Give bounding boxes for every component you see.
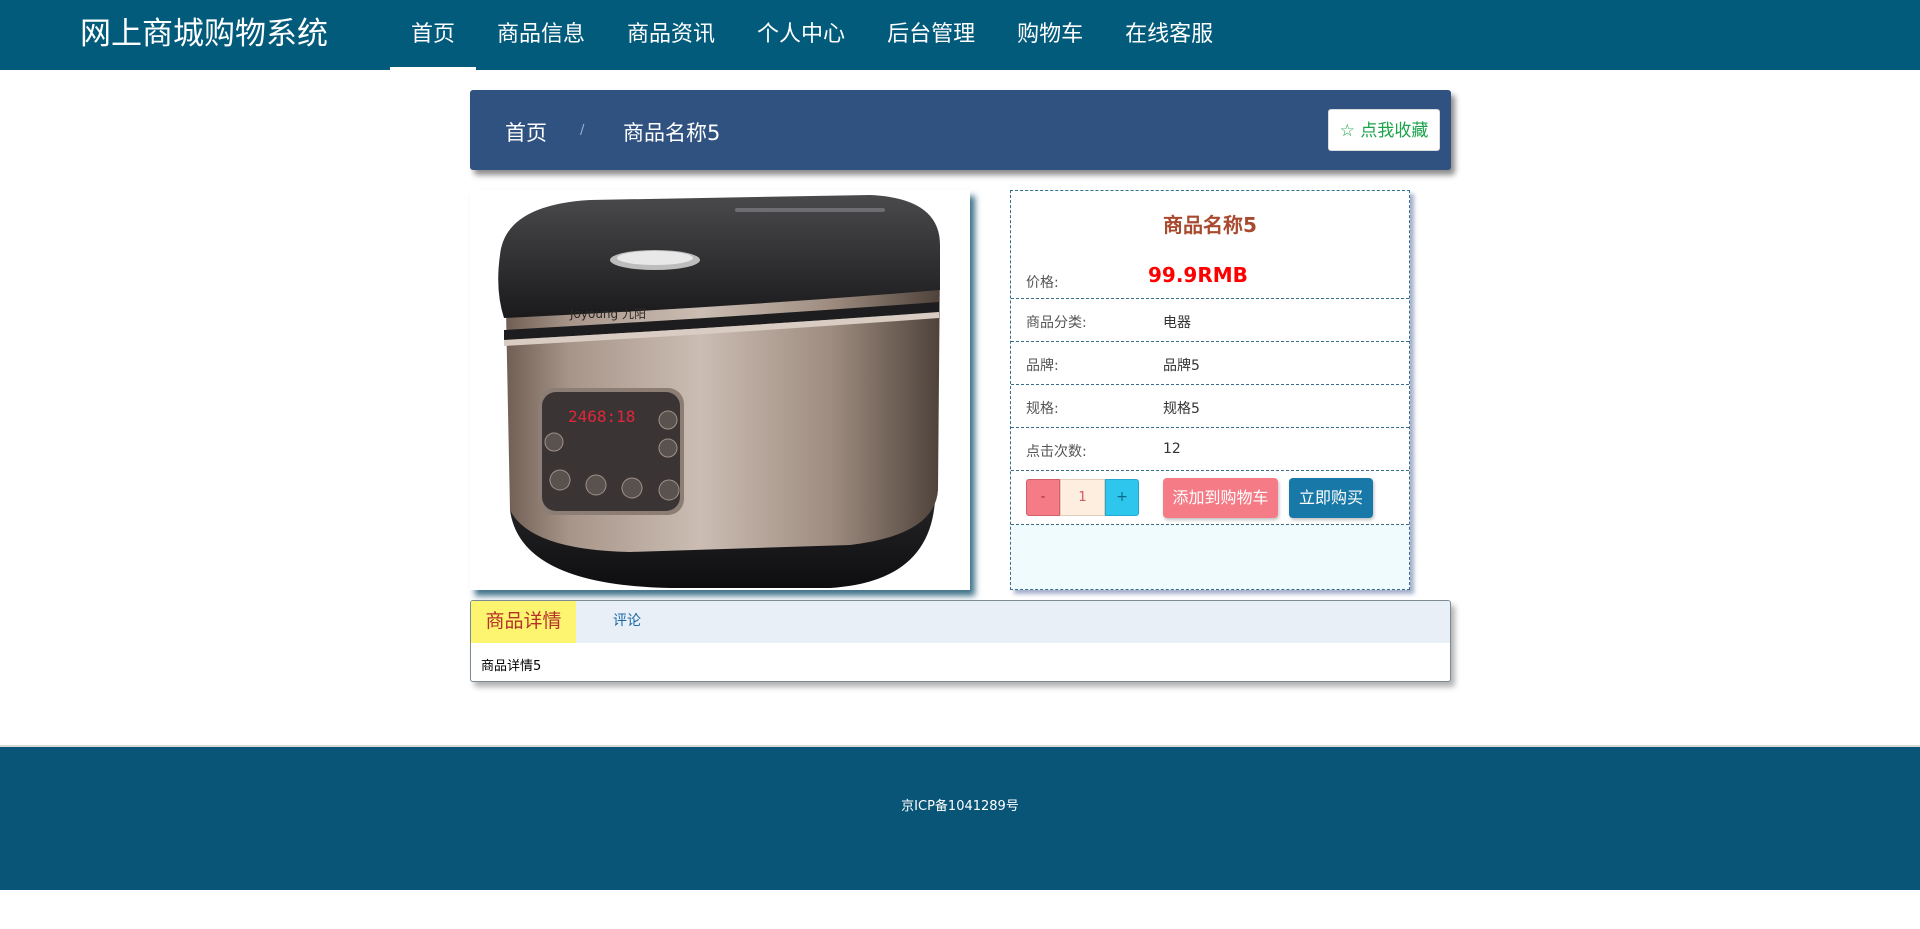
- spec-value: 规格5: [1163, 401, 1200, 417]
- quantity-input[interactable]: 1: [1060, 479, 1105, 516]
- spec-label: 规格:: [1026, 401, 1059, 417]
- nav-item-support[interactable]: 在线客服: [1104, 0, 1234, 70]
- buy-now-button[interactable]: 立即购买: [1289, 478, 1373, 518]
- favorite-button[interactable]: ☆ 点我收藏: [1328, 109, 1440, 151]
- cooker-display-digits: 2468:18: [568, 407, 635, 426]
- brand-label: 品牌:: [1026, 358, 1059, 374]
- clicks-label: 点击次数:: [1026, 444, 1087, 460]
- tabs-header: 商品详情 评论: [471, 601, 1450, 643]
- cooker-brand-text: Joyoung 九阳: [569, 307, 646, 321]
- breadcrumb-current: 商品名称5: [623, 121, 721, 145]
- product-name: 商品名称5: [1011, 191, 1409, 259]
- breadcrumb-home-link[interactable]: 首页: [505, 117, 547, 147]
- brand-row: 品牌: 品牌5: [1011, 342, 1409, 385]
- tab-content: 商品详情5: [481, 659, 542, 674]
- main-nav: 首页 商品信息 商品资讯 个人中心 后台管理 购物车 在线客服: [390, 0, 1234, 70]
- detail-tabs: 商品详情 评论 商品详情5: [470, 600, 1451, 682]
- nav-item-cart[interactable]: 购物车: [996, 0, 1104, 70]
- spec-row: 规格: 规格5: [1011, 385, 1409, 428]
- price-row: 价格: 99.9RMB: [1011, 259, 1409, 299]
- category-row: 商品分类: 电器: [1011, 299, 1409, 342]
- clicks-row: 点击次数: 12: [1011, 428, 1409, 471]
- price-label: 价格:: [1026, 275, 1059, 291]
- clicks-value: 12: [1163, 441, 1181, 457]
- footer: 京ICP备1041289号: [0, 745, 1920, 890]
- nav-item-products[interactable]: 商品信息: [476, 0, 606, 70]
- price-value: 99.9RMB: [1148, 263, 1248, 287]
- tab-comments[interactable]: 评论: [613, 601, 641, 643]
- tab-product-details[interactable]: 商品详情: [471, 601, 576, 643]
- icp-record: 京ICP备1041289号: [901, 799, 1019, 814]
- nav-item-home[interactable]: 首页: [390, 0, 477, 70]
- nav-item-user-center[interactable]: 个人中心: [736, 0, 866, 70]
- product-image: Joyoung 九阳 2468:18: [470, 190, 970, 590]
- nav-item-admin[interactable]: 后台管理: [866, 0, 996, 70]
- breadcrumb-separator: /: [580, 123, 585, 138]
- top-nav-bar: 网上商城购物系统 首页 商品信息 商品资讯 个人中心 后台管理 购物车 在线客服: [0, 0, 1920, 70]
- category-value: 电器: [1163, 315, 1191, 331]
- site-brand[interactable]: 网上商城购物系统: [80, 14, 328, 54]
- rice-cooker-illustration: Joyoung 九阳 2468:18: [498, 195, 940, 588]
- category-label: 商品分类:: [1026, 315, 1087, 331]
- add-to-cart-button[interactable]: 添加到购物车: [1163, 478, 1278, 518]
- quantity-increment-button[interactable]: +: [1105, 479, 1139, 516]
- quantity-decrement-button[interactable]: -: [1026, 479, 1060, 516]
- brand-value: 品牌5: [1163, 358, 1200, 374]
- breadcrumb: 首页 / 商品名称5 ☆ 点我收藏: [470, 90, 1451, 170]
- product-info-panel: 商品名称5 价格: 99.9RMB 商品分类: 电器 品牌: 品牌5 规格: 规…: [1010, 190, 1410, 590]
- nav-item-news[interactable]: 商品资讯: [606, 0, 736, 70]
- purchase-row: - 1 + 添加到购物车 立即购买: [1011, 471, 1409, 525]
